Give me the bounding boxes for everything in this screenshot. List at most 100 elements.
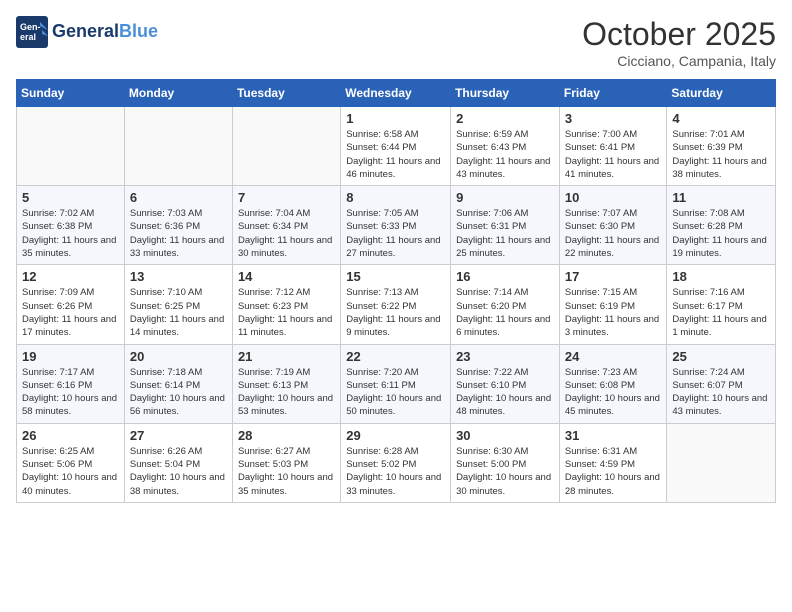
calendar-week-row: 5 Sunrise: 7:02 AM Sunset: 6:38 PM Daylig… [17, 186, 776, 265]
weekday-header: Saturday [667, 80, 776, 107]
day-info: Sunrise: 7:02 AM Sunset: 6:38 PM Dayligh… [22, 207, 119, 260]
day-info: Sunrise: 7:10 AM Sunset: 6:25 PM Dayligh… [130, 286, 227, 339]
day-number: 10 [565, 190, 662, 205]
calendar-subtitle: Cicciano, Campania, Italy [582, 53, 776, 69]
day-info: Sunrise: 6:25 AM Sunset: 5:06 PM Dayligh… [22, 445, 119, 498]
day-info: Sunrise: 7:12 AM Sunset: 6:23 PM Dayligh… [238, 286, 335, 339]
calendar-week-row: 26Sunrise: 6:25 AM Sunset: 5:06 PM Dayli… [17, 423, 776, 502]
day-number: 27 [130, 428, 227, 443]
logo: Gen- eral GeneralBlue [16, 16, 158, 48]
day-number: 13 [130, 269, 227, 284]
calendar-cell: 12Sunrise: 7:09 AM Sunset: 6:26 PM Dayli… [17, 265, 125, 344]
day-info: Sunrise: 7:05 AM Sunset: 6:33 PM Dayligh… [346, 207, 445, 260]
day-info: Sunrise: 7:08 AM Sunset: 6:28 PM Dayligh… [672, 207, 770, 260]
day-info: Sunrise: 7:03 AM Sunset: 6:36 PM Dayligh… [130, 207, 227, 260]
day-number: 15 [346, 269, 445, 284]
calendar-cell: 22 Sunrise: 7:20 AM Sunset: 6:11 PM Dayli… [341, 344, 451, 423]
day-number: 5 [22, 190, 119, 205]
calendar-cell: 15 Sunrise: 7:13 AM Sunset: 6:22 PM Dayli… [341, 265, 451, 344]
day-info: Sunrise: 7:18 AM Sunset: 6:14 PM Dayligh… [130, 366, 227, 419]
day-number: 8 [346, 190, 445, 205]
day-info: Sunrise: 7:16 AM Sunset: 6:17 PM Dayligh… [672, 286, 770, 339]
calendar-week-row: 19Sunrise: 7:17 AM Sunset: 6:16 PM Dayli… [17, 344, 776, 423]
day-number: 31 [565, 428, 662, 443]
day-info: Sunrise: 7:23 AM Sunset: 6:08 PM Dayligh… [565, 366, 662, 419]
calendar-cell: 10 Sunrise: 7:07 AM Sunset: 6:30 PM Dayli… [559, 186, 667, 265]
calendar-cell: 4 Sunrise: 7:01 AM Sunset: 6:39 PM Daylig… [667, 107, 776, 186]
day-info: Sunrise: 7:22 AM Sunset: 6:10 PM Dayligh… [456, 366, 554, 419]
calendar-cell: 8 Sunrise: 7:05 AM Sunset: 6:33 PM Daylig… [341, 186, 451, 265]
svg-text:Gen-: Gen- [20, 22, 41, 32]
calendar-cell: 23 Sunrise: 7:22 AM Sunset: 6:10 PM Dayli… [451, 344, 560, 423]
calendar-cell: 9 Sunrise: 7:06 AM Sunset: 6:31 PM Daylig… [451, 186, 560, 265]
day-info: Sunrise: 6:31 AM Sunset: 4:59 PM Dayligh… [565, 445, 662, 498]
day-info: Sunrise: 7:15 AM Sunset: 6:19 PM Dayligh… [565, 286, 662, 339]
weekday-header: Sunday [17, 80, 125, 107]
logo-icon: Gen- eral [16, 16, 48, 48]
day-info: Sunrise: 6:28 AM Sunset: 5:02 PM Dayligh… [346, 445, 445, 498]
day-number: 6 [130, 190, 227, 205]
day-number: 21 [238, 349, 335, 364]
day-number: 29 [346, 428, 445, 443]
day-info: Sunrise: 6:59 AM Sunset: 6:43 PM Dayligh… [456, 128, 554, 181]
day-number: 18 [672, 269, 770, 284]
calendar-table: SundayMondayTuesdayWednesdayThursdayFrid… [16, 79, 776, 503]
day-info: Sunrise: 7:13 AM Sunset: 6:22 PM Dayligh… [346, 286, 445, 339]
day-number: 11 [672, 190, 770, 205]
calendar-week-row: 1Sunrise: 6:58 AM Sunset: 6:44 PM Daylig… [17, 107, 776, 186]
day-number: 4 [672, 111, 770, 126]
day-info: Sunrise: 6:27 AM Sunset: 5:03 PM Dayligh… [238, 445, 335, 498]
day-info: Sunrise: 7:01 AM Sunset: 6:39 PM Dayligh… [672, 128, 770, 181]
day-number: 23 [456, 349, 554, 364]
weekday-header: Tuesday [232, 80, 340, 107]
calendar-cell: 3Sunrise: 7:00 AM Sunset: 6:41 PM Daylig… [559, 107, 667, 186]
calendar-cell: 29 Sunrise: 6:28 AM Sunset: 5:02 PM Dayli… [341, 423, 451, 502]
weekday-header: Wednesday [341, 80, 451, 107]
calendar-cell: 17Sunrise: 7:15 AM Sunset: 6:19 PM Dayli… [559, 265, 667, 344]
calendar-cell: 27 Sunrise: 6:26 AM Sunset: 5:04 PM Dayli… [124, 423, 232, 502]
day-info: Sunrise: 7:19 AM Sunset: 6:13 PM Dayligh… [238, 366, 335, 419]
day-info: Sunrise: 7:00 AM Sunset: 6:41 PM Dayligh… [565, 128, 662, 181]
calendar-cell: 26Sunrise: 6:25 AM Sunset: 5:06 PM Dayli… [17, 423, 125, 502]
day-number: 9 [456, 190, 554, 205]
calendar-cell [17, 107, 125, 186]
day-number: 12 [22, 269, 119, 284]
weekday-header: Friday [559, 80, 667, 107]
calendar-cell: 21 Sunrise: 7:19 AM Sunset: 6:13 PM Dayli… [232, 344, 340, 423]
day-number: 25 [672, 349, 770, 364]
day-info: Sunrise: 7:24 AM Sunset: 6:07 PM Dayligh… [672, 366, 770, 419]
day-info: Sunrise: 7:07 AM Sunset: 6:30 PM Dayligh… [565, 207, 662, 260]
calendar-cell: 13 Sunrise: 7:10 AM Sunset: 6:25 PM Dayli… [124, 265, 232, 344]
logo-text: GeneralBlue [52, 22, 158, 42]
day-number: 16 [456, 269, 554, 284]
calendar-cell: 16 Sunrise: 7:14 AM Sunset: 6:20 PM Dayli… [451, 265, 560, 344]
calendar-cell: 6 Sunrise: 7:03 AM Sunset: 6:36 PM Daylig… [124, 186, 232, 265]
day-info: Sunrise: 6:30 AM Sunset: 5:00 PM Dayligh… [456, 445, 554, 498]
calendar-header-row: SundayMondayTuesdayWednesdayThursdayFrid… [17, 80, 776, 107]
calendar-cell: 5 Sunrise: 7:02 AM Sunset: 6:38 PM Daylig… [17, 186, 125, 265]
calendar-cell: 20 Sunrise: 7:18 AM Sunset: 6:14 PM Dayli… [124, 344, 232, 423]
day-info: Sunrise: 7:14 AM Sunset: 6:20 PM Dayligh… [456, 286, 554, 339]
day-number: 19 [22, 349, 119, 364]
day-number: 2 [456, 111, 554, 126]
day-info: Sunrise: 7:06 AM Sunset: 6:31 PM Dayligh… [456, 207, 554, 260]
day-number: 30 [456, 428, 554, 443]
calendar-week-row: 12Sunrise: 7:09 AM Sunset: 6:26 PM Dayli… [17, 265, 776, 344]
calendar-cell: 7Sunrise: 7:04 AM Sunset: 6:34 PM Daylig… [232, 186, 340, 265]
day-info: Sunrise: 7:20 AM Sunset: 6:11 PM Dayligh… [346, 366, 445, 419]
calendar-cell: 2 Sunrise: 6:59 AM Sunset: 6:43 PM Daylig… [451, 107, 560, 186]
day-number: 24 [565, 349, 662, 364]
calendar-cell: 19Sunrise: 7:17 AM Sunset: 6:16 PM Dayli… [17, 344, 125, 423]
calendar-cell: 11 Sunrise: 7:08 AM Sunset: 6:28 PM Dayli… [667, 186, 776, 265]
calendar-cell: 14Sunrise: 7:12 AM Sunset: 6:23 PM Dayli… [232, 265, 340, 344]
svg-text:eral: eral [20, 32, 36, 42]
calendar-cell [232, 107, 340, 186]
calendar-cell: 18 Sunrise: 7:16 AM Sunset: 6:17 PM Dayli… [667, 265, 776, 344]
weekday-header: Monday [124, 80, 232, 107]
calendar-header: October 2025 Cicciano, Campania, Italy [582, 16, 776, 69]
day-info: Sunrise: 6:26 AM Sunset: 5:04 PM Dayligh… [130, 445, 227, 498]
calendar-cell: 24 Sunrise: 7:23 AM Sunset: 6:08 PM Dayli… [559, 344, 667, 423]
day-number: 7 [238, 190, 335, 205]
day-number: 20 [130, 349, 227, 364]
day-number: 22 [346, 349, 445, 364]
